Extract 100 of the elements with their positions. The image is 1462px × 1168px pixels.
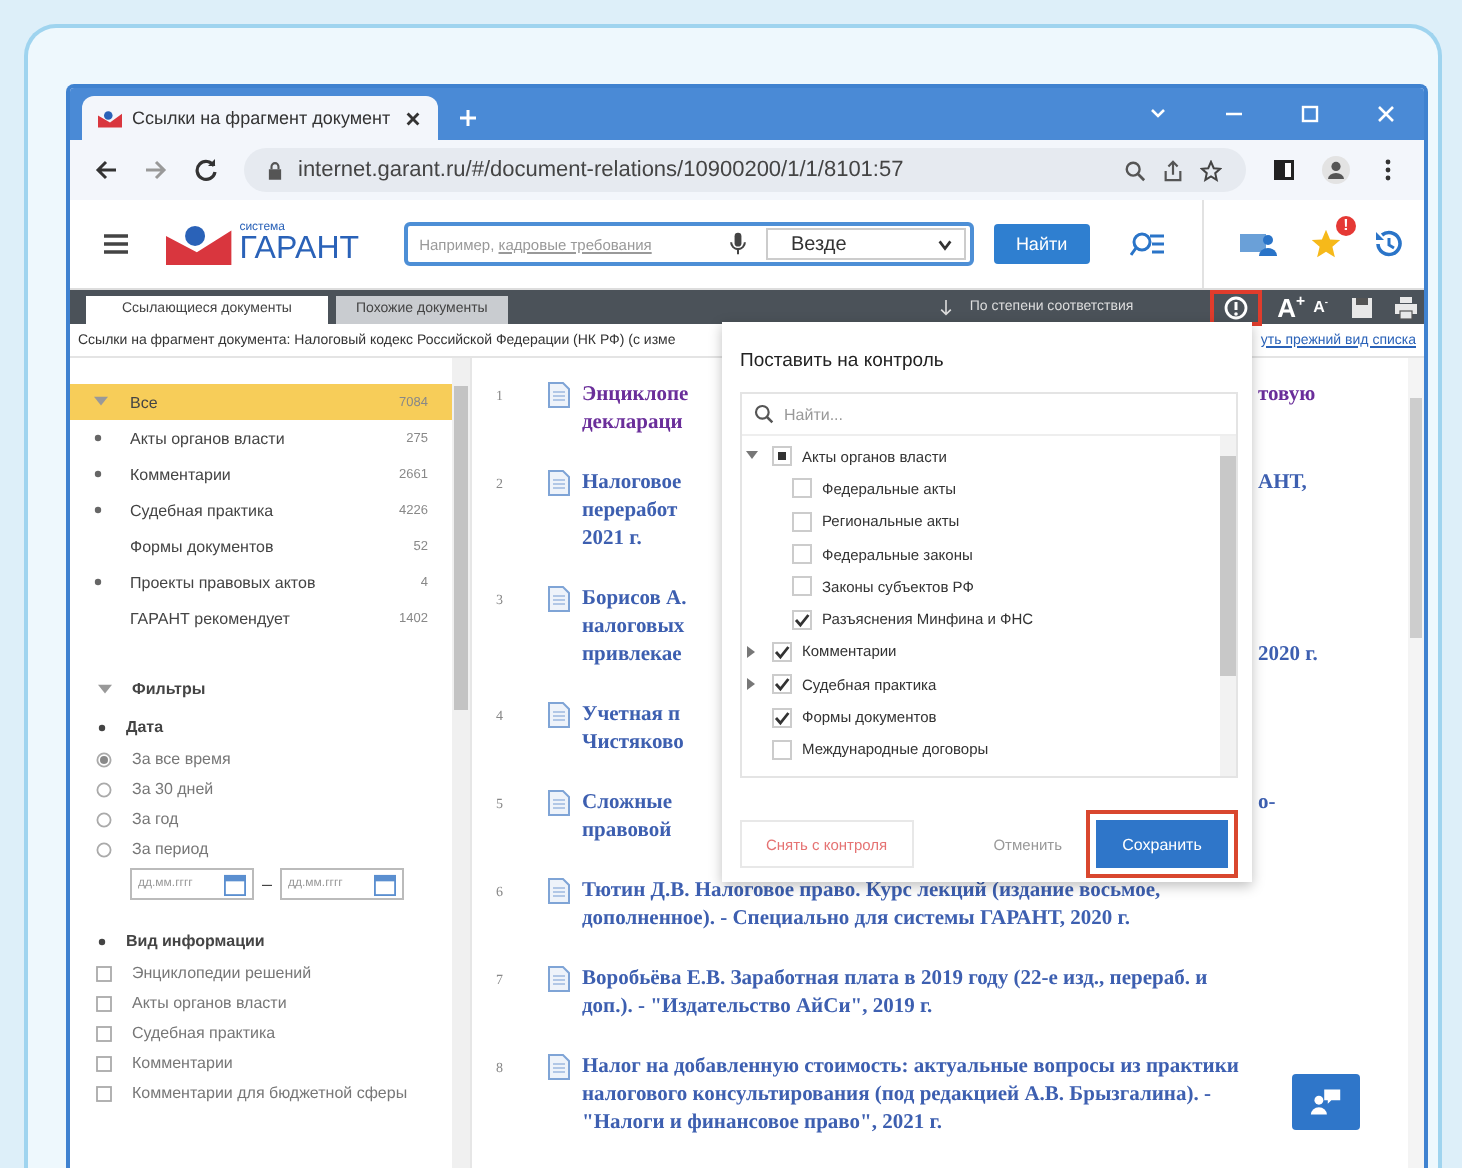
radio-option[interactable]: За все время <box>70 744 452 774</box>
address-field[interactable]: internet.garant.ru/#/document-relations/10900200/1/1/8101:57 <box>244 148 1246 192</box>
document-icon <box>548 790 570 816</box>
document-link[interactable]: правовой <box>582 820 672 842</box>
document-link[interactable]: о- <box>1258 790 1276 818</box>
document-icon <box>548 878 570 904</box>
checkbox-icon[interactable] <box>772 739 792 760</box>
logo-icon <box>166 223 232 265</box>
calendar-icon[interactable] <box>374 873 397 895</box>
document-icon <box>548 1054 570 1080</box>
document-icon <box>548 702 570 728</box>
document-link[interactable]: Налог на добавленную стоимость: актуальные вопросы из практики <box>582 1056 1239 1078</box>
document-link[interactable]: "Налоги и финансовое право", 2021 г. <box>582 1112 942 1134</box>
document-link[interactable]: доп.). - "Издательство АйСи", 2019 г. <box>582 996 933 1018</box>
checkbox-option[interactable]: Акты органов власти <box>70 988 452 1018</box>
notification-badge: ! <box>1336 216 1357 236</box>
forward-icon[interactable] <box>144 158 168 182</box>
document-icon <box>548 470 570 496</box>
date-heading: Дата <box>126 718 164 736</box>
document-link[interactable]: переработ <box>582 500 678 522</box>
close-icon[interactable] <box>404 109 422 127</box>
save-icon[interactable] <box>1350 295 1374 319</box>
save-button[interactable]: Сохранить <box>1096 820 1228 868</box>
document-link[interactable]: Воробьёва Е.В. Заработная плата в 2019 году (22-е изд., перераб. и <box>582 968 1208 990</box>
chat-button[interactable] <box>1292 1074 1360 1130</box>
star-icon[interactable] <box>1308 228 1345 260</box>
bookmark-star-icon[interactable] <box>1200 159 1222 181</box>
checkbox-option[interactable]: Комментарии <box>70 1048 452 1078</box>
document-link[interactable]: привлекае <box>582 644 682 666</box>
scrollbar[interactable] <box>1220 436 1236 776</box>
triangle-right-icon[interactable] <box>746 645 758 658</box>
scrollbar[interactable] <box>1408 358 1424 1168</box>
checkbox-icon[interactable] <box>772 446 792 467</box>
document-link[interactable]: Тютин Д.В. Налоговое право. Курс лекций (издание восьмое, <box>582 880 1161 902</box>
browser-tab[interactable]: Ссылки на фрагмент документ <box>82 96 438 140</box>
bullet-icon <box>98 723 106 731</box>
share-icon[interactable] <box>1162 159 1184 181</box>
document-link[interactable]: дополненное). - Специально для системы ГАРАНТ, 2020 г. <box>582 908 1130 930</box>
document-link[interactable]: Сложные <box>582 792 672 814</box>
scope-dropdown[interactable]: Везде <box>765 228 966 260</box>
checkbox-icon[interactable] <box>792 511 812 532</box>
triangle-down-icon[interactable] <box>746 450 758 463</box>
triangle-right-icon[interactable] <box>746 678 758 691</box>
document-link[interactable]: 2021 г. <box>582 528 642 550</box>
checkbox-icon[interactable] <box>772 641 792 662</box>
arrow-down-icon <box>937 299 954 315</box>
document-icon <box>548 586 570 612</box>
document-link[interactable]: 2020 г. <box>1258 642 1318 670</box>
sidebar-icon[interactable] <box>1272 158 1296 182</box>
radio-option[interactable]: За 30 дней <box>70 774 452 804</box>
triangle-down-icon <box>98 683 112 695</box>
bullet-icon <box>98 937 106 945</box>
document-link[interactable]: Энциклопе <box>582 384 689 406</box>
checkbox-option[interactable]: Комментарии для бюджетной сферы <box>70 1078 452 1108</box>
document-link[interactable]: налоговых <box>582 616 685 638</box>
magnifier-icon[interactable] <box>1124 159 1146 181</box>
document-icon <box>548 382 570 408</box>
checkbox-icon[interactable] <box>772 707 792 728</box>
print-icon[interactable] <box>1394 295 1418 319</box>
new-tab-icon[interactable] <box>458 108 478 128</box>
document-link[interactable]: Налоговое <box>582 472 682 494</box>
document-link[interactable]: Чистяково <box>582 732 684 754</box>
radio-option[interactable]: За период <box>70 834 452 864</box>
logo-icon <box>98 109 122 127</box>
search-list-icon[interactable] <box>1130 228 1167 260</box>
checkbox-icon[interactable] <box>792 544 812 565</box>
back-icon[interactable] <box>94 158 118 182</box>
calendar-icon[interactable] <box>224 873 246 895</box>
microphone-icon[interactable] <box>725 232 750 256</box>
checkbox-option[interactable]: Судебная практика <box>70 1018 452 1048</box>
document-link[interactable]: Учетная п <box>582 704 681 726</box>
range-dash: – <box>262 874 273 894</box>
info-type-heading: Вид информации <box>126 932 265 950</box>
document-icon <box>548 966 570 992</box>
person-chat-icon <box>1310 1086 1342 1118</box>
radio-option[interactable]: За год <box>70 804 452 834</box>
menu-icon[interactable] <box>102 230 130 258</box>
checkbox-option[interactable]: Энциклопедии решений <box>70 958 452 988</box>
profile-icon[interactable] <box>1322 156 1350 184</box>
dialog-title: Поставить на контроль <box>740 350 946 372</box>
checkbox-icon[interactable] <box>792 576 812 597</box>
document-link[interactable]: налогового консультирования (под редакцией А.В. Брызгалина). - <box>582 1084 1211 1106</box>
history-icon[interactable] <box>1372 228 1405 260</box>
caret-icon <box>935 235 954 253</box>
checkbox-icon[interactable] <box>772 674 792 695</box>
checkbox-icon[interactable] <box>792 478 812 499</box>
maximize-icon[interactable] <box>1300 104 1320 124</box>
people-icon[interactable] <box>1240 230 1281 258</box>
lock-icon <box>268 161 282 179</box>
filters-heading: Фильтры <box>132 680 206 698</box>
checkbox-icon[interactable] <box>792 609 812 630</box>
scrollbar[interactable] <box>452 358 470 1168</box>
search-icon <box>754 404 774 424</box>
document-link[interactable]: товую <box>1258 382 1316 410</box>
reload-icon[interactable] <box>194 158 218 182</box>
font-increase-button[interactable]: A$^{+}$ <box>1277 291 1306 323</box>
search-button[interactable]: Найти <box>993 224 1091 264</box>
document-link[interactable]: деклараци <box>582 412 683 434</box>
document-link[interactable]: Борисов А. <box>582 588 687 610</box>
document-link[interactable]: АНТ, <box>1258 470 1307 498</box>
